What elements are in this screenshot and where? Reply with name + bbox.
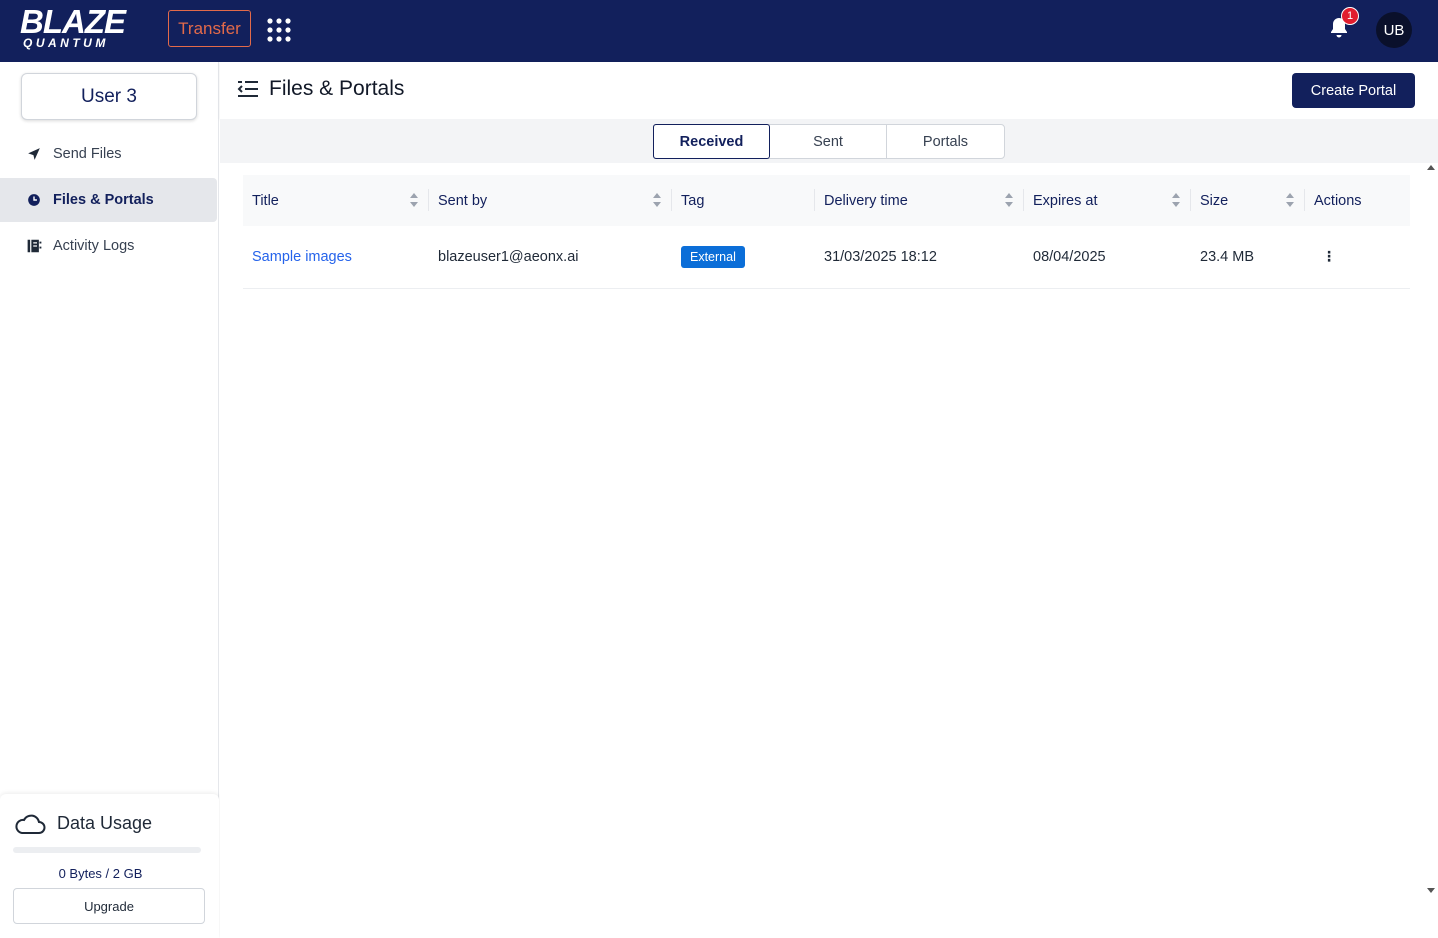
top-bar: BLAZE QUANTUM Transfer 1 UB <box>0 0 1438 62</box>
data-usage-text: 0 Bytes / 2 GB <box>58 866 143 881</box>
column-header-title[interactable]: Title <box>243 175 429 226</box>
column-header-sent-by[interactable]: Sent by <box>429 175 672 226</box>
table-row[interactable]: Sample images blazeuser1@aeonx.ai Extern… <box>243 226 1410 288</box>
column-header-tag: Tag <box>672 175 815 226</box>
create-portal-button[interactable]: Create Portal <box>1292 73 1415 108</box>
sort-icon[interactable] <box>1171 192 1181 208</box>
tab-portals[interactable]: Portals <box>887 125 1004 158</box>
column-header-expires-at[interactable]: Expires at <box>1024 175 1191 226</box>
sort-icon[interactable] <box>1285 192 1295 208</box>
file-title-link[interactable]: Sample images <box>252 249 352 265</box>
sort-icon[interactable] <box>1004 192 1014 208</box>
page-title: Files & Portals <box>269 77 405 100</box>
user-switcher[interactable]: User 3 <box>21 73 197 120</box>
send-icon <box>26 146 42 162</box>
tag-badge: External <box>681 245 745 268</box>
column-header-delivery-time[interactable]: Delivery time <box>815 175 1024 226</box>
sort-icon[interactable] <box>409 192 419 208</box>
activity-logs-icon <box>26 238 42 254</box>
sort-icon[interactable] <box>652 192 662 208</box>
cell-sent-by: blazeuser1@aeonx.ai <box>438 248 579 265</box>
sidebar: User 3 Send Files Files & Portals Activi… <box>0 62 219 938</box>
content-area: Title Sent by Tag Delivery time Expires … <box>220 163 1424 938</box>
avatar[interactable]: UB <box>1376 12 1412 48</box>
column-header-size[interactable]: Size <box>1191 175 1305 226</box>
scrollbar[interactable] <box>1424 163 1438 938</box>
sidebar-item-label: Activity Logs <box>53 238 135 254</box>
apps-grid-icon[interactable] <box>267 18 291 42</box>
logo-sub-text: QUANTUM <box>23 36 109 50</box>
tab-received[interactable]: Received <box>653 124 770 159</box>
sidebar-item-files-portals[interactable]: Files & Portals <box>0 178 217 222</box>
table-header-row: Title Sent by Tag Delivery time Expires … <box>243 175 1410 226</box>
more-actions-icon[interactable]: ⋮ <box>1314 248 1344 265</box>
scroll-down-arrow-icon[interactable] <box>1427 888 1435 893</box>
data-usage-progress-bar <box>13 847 201 853</box>
page-header: Files & Portals Create Portal <box>220 62 1438 119</box>
sidebar-item-label: Files & Portals <box>53 192 154 208</box>
logo-main-text: BLAZE <box>20 3 126 40</box>
cell-actions: ⋮ <box>1305 226 1410 288</box>
sidebar-item-send-files[interactable]: Send Files <box>0 132 217 176</box>
sidebar-item-label: Send Files <box>53 146 122 162</box>
cell-tag: External <box>672 226 815 288</box>
cell-size: 23.4 MB <box>1200 248 1254 265</box>
data-usage-title: Data Usage <box>57 813 153 833</box>
blaze-quantum-logo[interactable]: BLAZE QUANTUM <box>20 4 150 52</box>
scroll-up-arrow-icon[interactable] <box>1427 165 1435 170</box>
cell-expires-at: 08/04/2025 <box>1033 248 1106 265</box>
cell-title[interactable]: Sample images <box>243 226 429 288</box>
transfer-button[interactable]: Transfer <box>168 10 251 47</box>
cloud-icon <box>15 814 46 834</box>
sidebar-item-activity-logs[interactable]: Activity Logs <box>0 224 217 268</box>
tab-sent[interactable]: Sent <box>770 125 887 158</box>
cell-delivery-time: 31/03/2025 18:12 <box>824 248 937 265</box>
collapse-menu-icon[interactable] <box>237 79 259 99</box>
files-portals-icon <box>26 192 42 208</box>
tab-strip: Received Sent Portals <box>220 119 1438 163</box>
data-usage-panel: Data Usage 0 Bytes / 2 GB Upgrade <box>0 794 219 938</box>
files-table: Title Sent by Tag Delivery time Expires … <box>243 175 1410 289</box>
upgrade-button[interactable]: Upgrade <box>13 888 205 924</box>
column-header-actions: Actions <box>1314 192 1362 209</box>
notification-badge: 1 <box>1341 7 1359 25</box>
tab-group: Received Sent Portals <box>653 124 1005 159</box>
